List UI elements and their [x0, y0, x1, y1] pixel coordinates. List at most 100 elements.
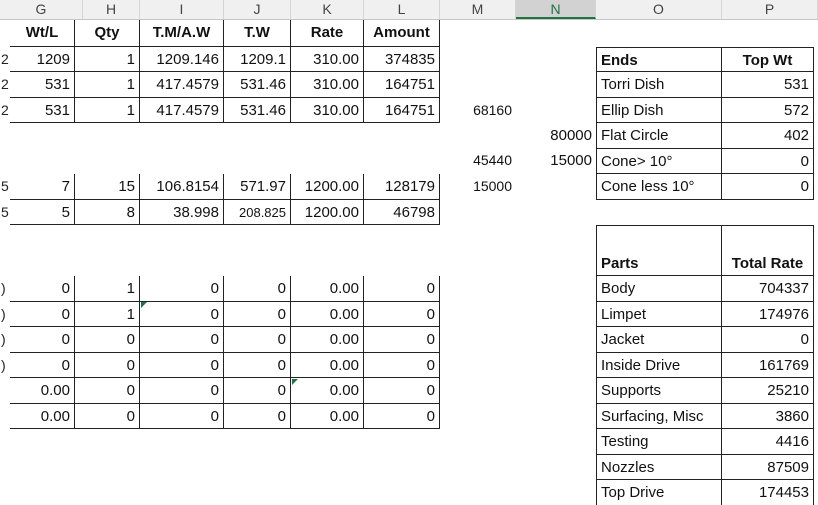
column-n-value[interactable]: 15000 [516, 148, 596, 174]
column-header-k[interactable]: K [291, 0, 364, 19]
table-cell[interactable]: 0.00 [291, 352, 364, 378]
ends-table-row-value[interactable]: 0 [722, 148, 814, 174]
table-cell[interactable]: 0 [224, 301, 291, 327]
table-cell[interactable]: 1209.146 [140, 46, 224, 72]
table-cell[interactable]: 0 [364, 378, 440, 404]
table-cell[interactable]: 1 [75, 276, 140, 302]
table-cell[interactable]: 0 [75, 352, 140, 378]
table-cell[interactable]: 0.00 [291, 403, 364, 429]
parts-table-row-value[interactable]: 174976 [722, 301, 814, 327]
table-cell[interactable]: 0.00 [291, 378, 364, 404]
table-cell[interactable]: 0.00 [291, 301, 364, 327]
column-header-p[interactable]: P [722, 0, 818, 19]
ends-table-row-label[interactable]: Flat Circle [596, 123, 722, 149]
table-cell[interactable]: 15 [75, 174, 140, 200]
table-cell[interactable]: 208.825 [224, 199, 291, 225]
table-cell[interactable]: 0 [224, 276, 291, 302]
table-cell[interactable]: 1 [75, 46, 140, 72]
ends-table-row-value[interactable]: 531 [722, 72, 814, 98]
table-cell[interactable]: 0 [224, 352, 291, 378]
ends-table-row-value[interactable]: 402 [722, 123, 814, 149]
table-cell[interactable]: 0 [224, 378, 291, 404]
table-cell[interactable]: 0 [364, 352, 440, 378]
column-header-l[interactable]: L [364, 0, 440, 19]
parts-table-row-value[interactable]: 25210 [722, 378, 814, 404]
table-cell[interactable]: 0 [364, 327, 440, 353]
parts-table-row-value[interactable]: 87509 [722, 454, 814, 480]
column-header-g[interactable]: G [0, 0, 83, 19]
table-cell[interactable]: 0 [140, 327, 224, 353]
parts-table-row-label[interactable]: Supports [596, 378, 722, 404]
table-cell[interactable]: 0 [10, 352, 75, 378]
table-cell[interactable]: 0 [75, 327, 140, 353]
table-cell[interactable]: 374835 [364, 46, 440, 72]
column-m-value[interactable]: 68160 [440, 98, 516, 124]
table-cell[interactable]: 0 [364, 276, 440, 302]
ends-table-row-value[interactable]: 572 [722, 97, 814, 123]
parts-table-row-label[interactable]: Surfacing, Misc [596, 403, 722, 429]
table-cell[interactable]: 0 [75, 403, 140, 429]
table-cell[interactable]: 0.00 [10, 403, 75, 429]
table-cell[interactable]: 0.00 [10, 378, 75, 404]
column-m-value[interactable]: 15000 [440, 174, 516, 200]
column-header-o[interactable]: O [596, 0, 722, 19]
table-cell[interactable]: 0 [75, 378, 140, 404]
parts-table-row-label[interactable]: Jacket [596, 327, 722, 353]
table-cell[interactable]: 417.4579 [140, 72, 224, 98]
parts-table-row-value[interactable]: 704337 [722, 276, 814, 302]
table-cell[interactable]: 0 [364, 301, 440, 327]
parts-table-row-value[interactable]: 0 [722, 327, 814, 353]
table-cell[interactable]: 531 [10, 97, 75, 123]
table-cell[interactable]: 1209.1 [224, 46, 291, 72]
table-cell[interactable]: 5 [10, 199, 75, 225]
parts-table-row-label[interactable]: Testing [596, 429, 722, 455]
table-cell[interactable]: 531 [10, 72, 75, 98]
table-cell[interactable]: 0 [224, 403, 291, 429]
table-cell[interactable]: 531.46 [224, 97, 291, 123]
table-cell[interactable]: 7 [10, 174, 75, 200]
column-header-h[interactable]: H [83, 0, 140, 19]
table-cell[interactable]: 164751 [364, 72, 440, 98]
table-cell[interactable]: 0 [140, 403, 224, 429]
table-cell[interactable]: 531.46 [224, 72, 291, 98]
table-cell[interactable]: 0 [140, 378, 224, 404]
table-cell[interactable]: 0 [10, 301, 75, 327]
table-cell[interactable]: 0 [140, 352, 224, 378]
table-cell[interactable]: 46798 [364, 199, 440, 225]
table-cell[interactable]: 571.97 [224, 174, 291, 200]
table-cell[interactable]: 0 [224, 327, 291, 353]
parts-table-row-value[interactable]: 174453 [722, 480, 814, 505]
ends-table-row-label[interactable]: Cone less 10° [596, 174, 722, 200]
column-header-i[interactable]: I [140, 0, 224, 19]
ends-table-row-label[interactable]: Cone> 10° [596, 148, 722, 174]
ends-table-row-label[interactable]: Ellip Dish [596, 97, 722, 123]
column-header-n[interactable]: N [516, 0, 596, 19]
table-cell[interactable]: 1200.00 [291, 174, 364, 200]
table-cell[interactable]: 0 [10, 327, 75, 353]
table-cell[interactable]: 0 [140, 301, 224, 327]
table-cell[interactable]: 1 [75, 301, 140, 327]
table-cell[interactable]: 1200.00 [291, 199, 364, 225]
parts-table-row-label[interactable]: Nozzles [596, 454, 722, 480]
parts-table-row-label[interactable]: Limpet [596, 301, 722, 327]
table-cell[interactable]: 1 [75, 97, 140, 123]
table-cell[interactable]: 0 [10, 276, 75, 302]
table-cell[interactable]: 164751 [364, 97, 440, 123]
table-cell[interactable]: 1209 [10, 46, 75, 72]
table-cell[interactable]: 0 [140, 276, 224, 302]
table-cell[interactable]: 417.4579 [140, 97, 224, 123]
table-cell[interactable]: 0 [364, 403, 440, 429]
table-cell[interactable]: 106.8154 [140, 174, 224, 200]
parts-table-row-label[interactable]: Inside Drive [596, 352, 722, 378]
column-n-value[interactable]: 80000 [516, 123, 596, 149]
table-cell[interactable]: 0.00 [291, 327, 364, 353]
ends-table-row-value[interactable]: 0 [722, 174, 814, 200]
table-cell[interactable]: 310.00 [291, 72, 364, 98]
table-cell[interactable]: 1 [75, 72, 140, 98]
ends-table-row-label[interactable]: Torri Dish [596, 72, 722, 98]
column-m-value[interactable]: 45440 [440, 148, 516, 174]
table-cell[interactable]: 8 [75, 199, 140, 225]
column-header-j[interactable]: J [224, 0, 291, 19]
table-cell[interactable]: 310.00 [291, 46, 364, 72]
table-cell[interactable]: 128179 [364, 174, 440, 200]
